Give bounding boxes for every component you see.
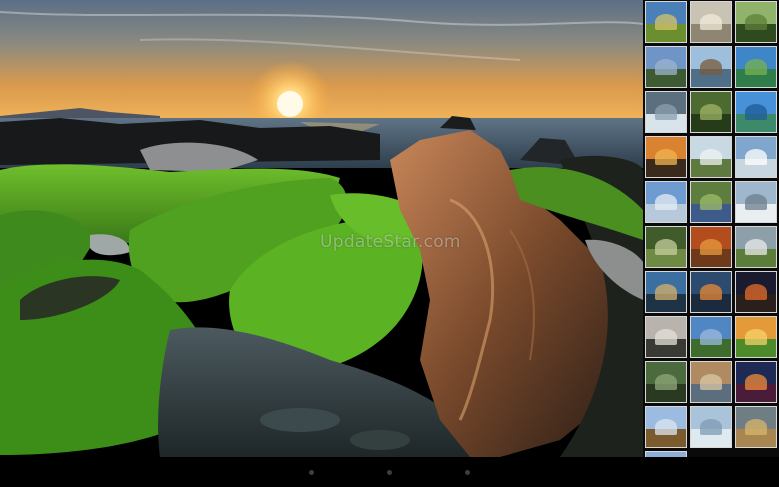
thumbnail-21[interactable] [735,271,777,313]
thumbnail-subject [744,329,768,345]
thumbnail-29[interactable] [690,406,732,448]
thumbnail-subject [744,149,768,165]
thumbnail-subject [699,149,723,165]
nav-home-dot[interactable] [387,470,392,475]
thumbnail-grid[interactable] [643,0,779,457]
thumbnail-subject [744,419,768,435]
wallpaper-image [0,0,643,457]
thumbnail-27[interactable] [735,361,777,403]
thumbnail-subject [744,239,768,255]
thumbnail-subject [744,104,768,120]
thumbnail-subject [654,374,678,390]
thumbnail-subject [699,194,723,210]
thumbnail-20[interactable] [690,271,732,313]
thumbnail-24[interactable] [735,316,777,358]
thumbnail-11[interactable] [690,136,732,178]
thumbnail-subject [744,374,768,390]
thumbnail-subject [744,14,768,30]
thumbnail-subject [699,239,723,255]
nav-back-dot[interactable] [309,470,314,475]
thumbnail-subject [744,284,768,300]
thumbnail-subject [654,14,678,30]
thumbnail-subject [654,419,678,435]
navigation-bar [0,457,779,487]
thumbnail-subject [699,14,723,30]
thumbnail-23[interactable] [690,316,732,358]
thumbnail-subject [699,374,723,390]
thumbnail-subject [654,104,678,120]
thumbnail-subject [654,284,678,300]
thumbnail-9[interactable] [735,91,777,133]
thumbnail-5[interactable] [690,46,732,88]
thumbnail-subject [699,104,723,120]
thumbnail-7[interactable] [645,91,687,133]
thumbnail-19[interactable] [645,271,687,313]
thumbnail-17[interactable] [690,226,732,268]
thumbnail-subject [654,149,678,165]
thumbnail-subject [654,194,678,210]
thumbnail-26[interactable] [690,361,732,403]
thumbnail-subject [699,419,723,435]
thumbnail-subject [654,329,678,345]
nav-recents-dot[interactable] [465,470,470,475]
thumbnail-15[interactable] [735,181,777,223]
wallpaper-preview[interactable]: UpdateStar.com [0,0,643,457]
thumbnail-subject [744,59,768,75]
thumbnail-13[interactable] [645,181,687,223]
thumbnail-16[interactable] [645,226,687,268]
thumbnail-6[interactable] [735,46,777,88]
thumbnail-22[interactable] [645,316,687,358]
thumbnail-subject [654,59,678,75]
thumbnail-subject [699,329,723,345]
thumbnail-14[interactable] [690,181,732,223]
thumbnail-subject [654,239,678,255]
thumbnail-subject [699,284,723,300]
thumbnail-4[interactable] [645,46,687,88]
thumbnail-18[interactable] [735,226,777,268]
thumbnail-25[interactable] [645,361,687,403]
thumbnail-12[interactable] [735,136,777,178]
thumbnail-8[interactable] [690,91,732,133]
thumbnail-2[interactable] [690,1,732,43]
thumbnail-28[interactable] [645,406,687,448]
thumbnail-10[interactable] [645,136,687,178]
thumbnail-3[interactable] [735,1,777,43]
thumbnail-30[interactable] [735,406,777,448]
thumbnail-subject [744,194,768,210]
thumbnail-1[interactable] [645,1,687,43]
thumbnail-subject [699,59,723,75]
